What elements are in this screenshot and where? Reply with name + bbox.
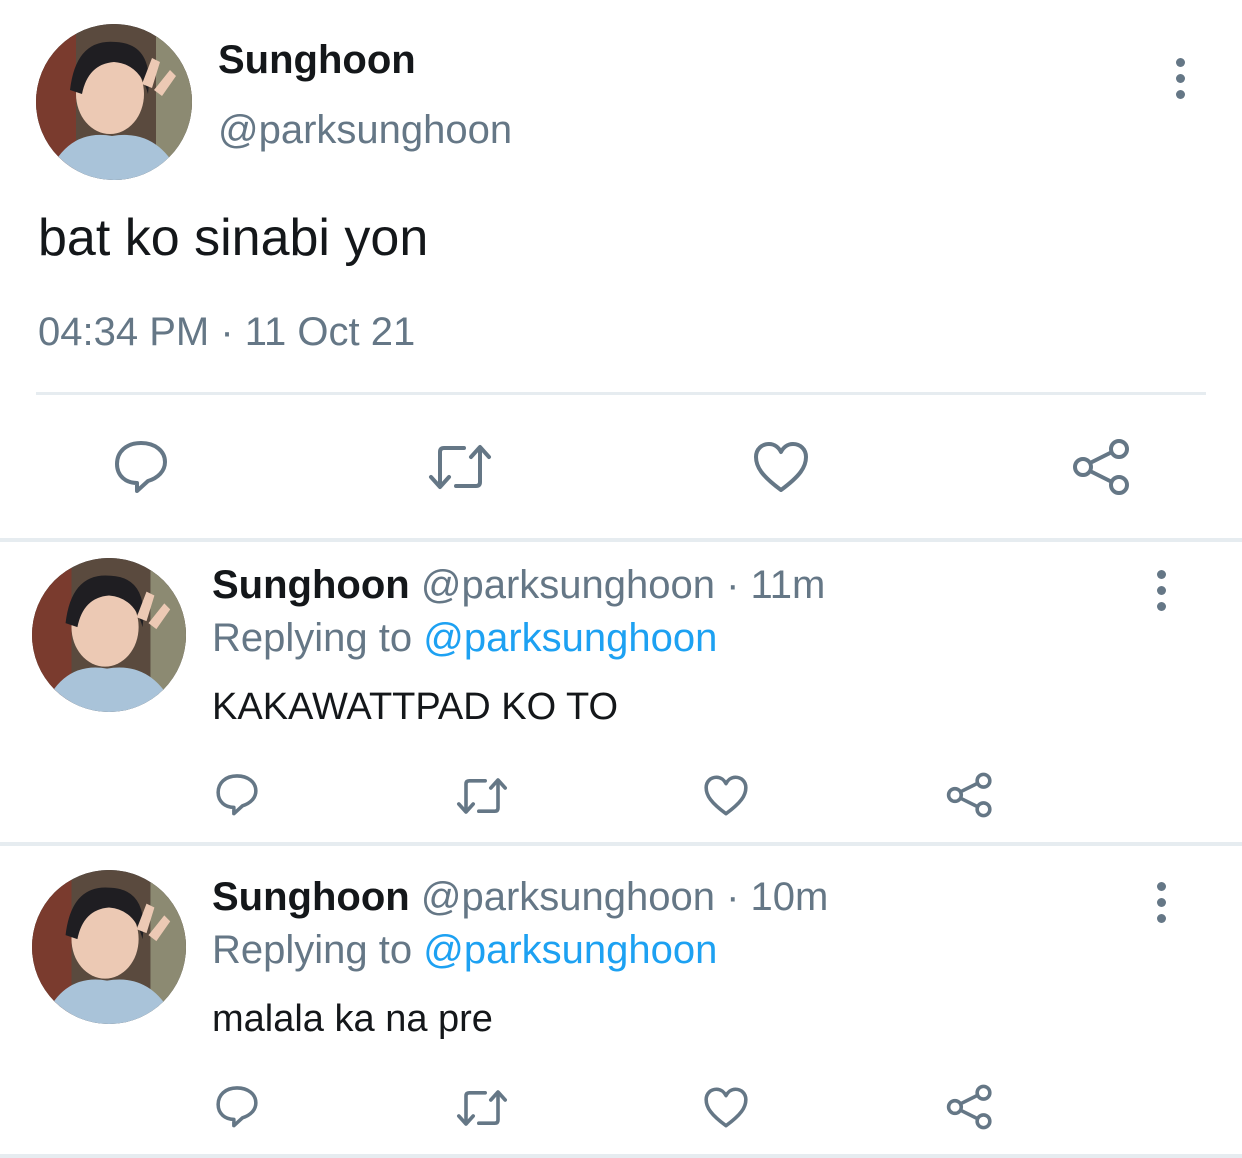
reply-time[interactable]: 10m <box>751 875 829 919</box>
reply-button[interactable] <box>214 772 260 816</box>
share-button[interactable] <box>1072 438 1132 496</box>
divider <box>36 392 1206 395</box>
avatar[interactable] <box>36 24 192 180</box>
reply-icon <box>216 1086 258 1128</box>
reply-text: malala ka na pre <box>212 998 493 1040</box>
reply-button[interactable] <box>214 1084 260 1128</box>
reply-icon <box>216 774 258 816</box>
like-button[interactable] <box>703 1086 749 1129</box>
display-name[interactable]: Sunghoon <box>212 875 410 919</box>
retweet-button[interactable] <box>454 1088 510 1128</box>
tweet-timestamp[interactable]: 04:34 PM · 11 Oct 21 <box>38 310 415 355</box>
share-button[interactable] <box>946 1084 994 1130</box>
retweet-button[interactable] <box>426 442 494 492</box>
like-icon <box>754 442 808 492</box>
replying-label: Replying to <box>212 616 424 660</box>
share-icon <box>946 772 992 818</box>
retweet-icon <box>457 778 508 814</box>
reply-header: Sunghoon @parksunghoon · 10m <box>212 875 828 920</box>
share-icon <box>946 1084 992 1130</box>
display-name[interactable]: Sunghoon <box>212 563 410 607</box>
replying-label: Replying to <box>212 928 424 972</box>
reply-button[interactable] <box>112 438 170 494</box>
more-options-icon[interactable] <box>1151 882 1171 923</box>
replying-to: Replying to @parksunghoon <box>212 616 717 661</box>
reply-text: KAKAWATTPAD KO TO <box>212 686 619 728</box>
like-icon <box>704 1087 748 1128</box>
more-options-icon[interactable] <box>1170 58 1190 99</box>
like-button[interactable] <box>752 440 810 494</box>
tweet-text: bat ko sinabi yon <box>38 209 429 267</box>
avatar[interactable] <box>32 870 186 1024</box>
divider <box>0 842 1242 846</box>
divider <box>0 1154 1242 1158</box>
avatar[interactable] <box>32 558 186 712</box>
retweet-icon <box>457 1090 508 1126</box>
user-handle[interactable]: @parksunghoon <box>421 563 715 607</box>
divider <box>0 538 1242 542</box>
time-separator: · <box>714 875 751 919</box>
like-button[interactable] <box>703 774 749 817</box>
reply-time[interactable]: 11m <box>751 563 826 607</box>
user-handle[interactable]: @parksunghoon <box>218 108 512 153</box>
display-name[interactable]: Sunghoon <box>218 38 416 83</box>
replying-handle-link[interactable]: @parksunghoon <box>423 616 717 660</box>
user-handle[interactable]: @parksunghoon <box>421 875 715 919</box>
more-options-icon[interactable] <box>1151 570 1171 611</box>
reply-icon <box>115 441 167 493</box>
reply-header: Sunghoon @parksunghoon · 11m <box>212 563 825 608</box>
replying-handle-link[interactable]: @parksunghoon <box>423 928 717 972</box>
retweet-button[interactable] <box>454 776 510 816</box>
share-icon <box>1073 439 1129 495</box>
share-button[interactable] <box>946 772 994 818</box>
time-separator: · <box>714 563 751 607</box>
replying-to: Replying to @parksunghoon <box>212 928 717 973</box>
retweet-icon <box>429 445 491 489</box>
like-icon <box>704 775 748 816</box>
